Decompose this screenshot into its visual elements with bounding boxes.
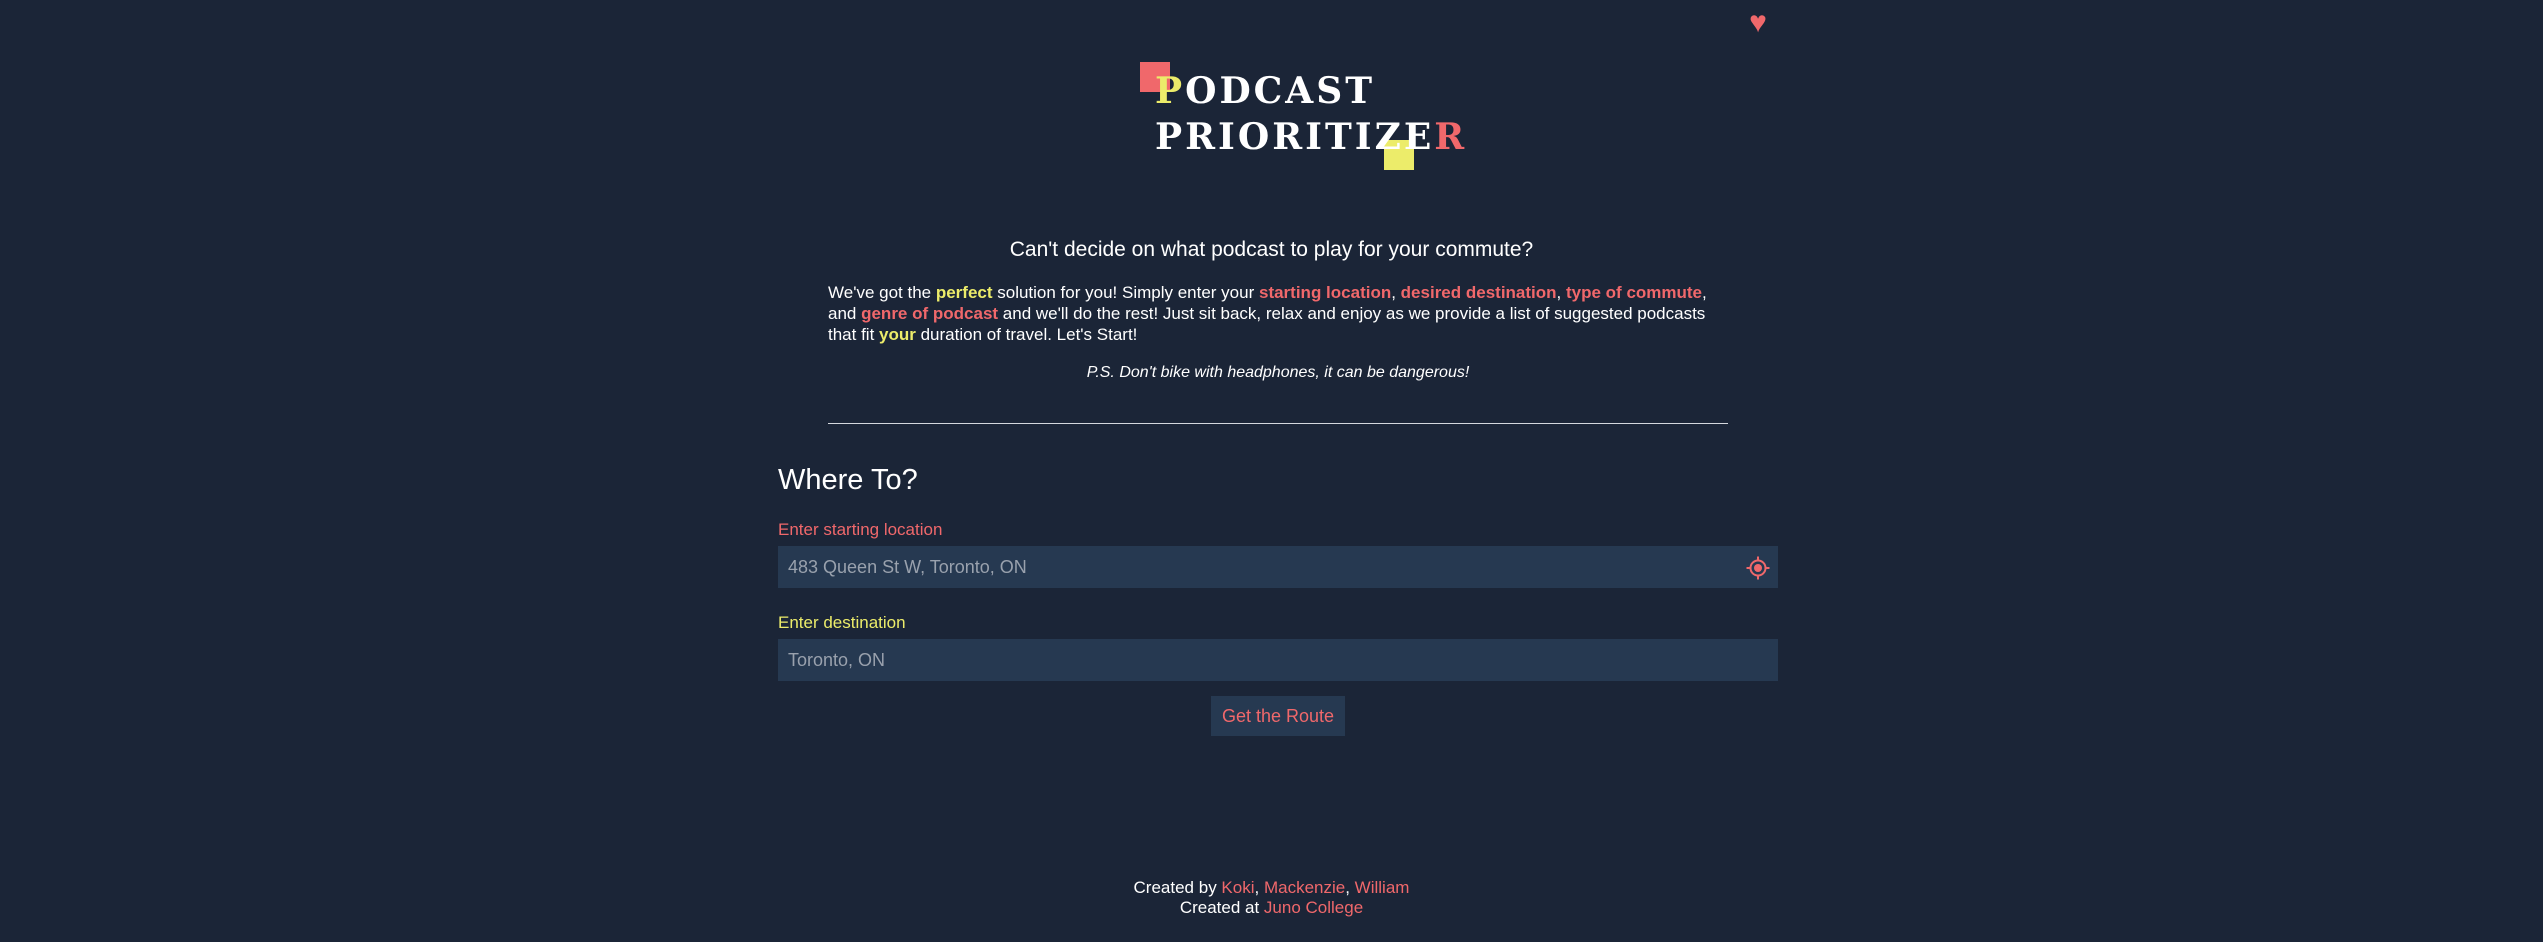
footer-separator: , xyxy=(1254,878,1264,897)
logo-line-1: PODCAST xyxy=(1155,70,1375,112)
logo: PODCAST PRIORITIZER xyxy=(1140,62,1464,172)
intro-text: We've got the xyxy=(828,283,936,302)
author-link-koki[interactable]: Koki xyxy=(1221,878,1254,897)
intro-text: solution for you! Simply enter your xyxy=(992,283,1259,302)
highlight-genre-of-podcast: genre of podcast xyxy=(861,304,999,323)
footer-school: Created at Juno College xyxy=(0,898,2543,918)
highlight-type-of-commute: type of commute xyxy=(1566,283,1703,302)
heart-icon[interactable]: ♥ xyxy=(1743,8,1773,38)
logo-final-letter: R xyxy=(1434,116,1468,158)
ps-note: P.S. Don't bike with headphones, it can … xyxy=(1086,364,1470,381)
starting-location-field xyxy=(778,546,1778,588)
intro-comma: , xyxy=(1391,283,1401,302)
intro-paragraph: We've got the perfect solution for you! … xyxy=(828,282,1728,345)
destination-label: Enter destination xyxy=(778,613,906,632)
highlight-your: your xyxy=(879,325,916,344)
footer-separator: , xyxy=(1345,878,1355,897)
footer-created-at: Created at xyxy=(1179,898,1264,917)
form-title: Where To? xyxy=(778,464,918,496)
footer-created-by: Created by xyxy=(1133,878,1222,897)
author-link-william[interactable]: William xyxy=(1355,878,1410,897)
destination-input[interactable] xyxy=(778,639,1778,681)
logo-initial: P xyxy=(1155,70,1186,112)
logo-line-2-text: PRIORITIZE xyxy=(1155,116,1435,158)
highlight-desired-destination: desired destination xyxy=(1400,283,1557,302)
starting-location-label: Enter starting location xyxy=(778,520,943,539)
school-link[interactable]: Juno College xyxy=(1264,898,1363,917)
highlight-perfect: perfect xyxy=(935,283,993,302)
get-route-button[interactable]: Get the Route xyxy=(1211,696,1345,736)
logo-line-2: PRIORITIZER xyxy=(1155,116,1467,158)
divider xyxy=(828,423,1728,424)
author-link-mackenzie[interactable]: Mackenzie xyxy=(1264,878,1345,897)
crosshair-location-icon[interactable] xyxy=(1746,556,1770,580)
intro-question: Can't decide on what podcast to play for… xyxy=(1009,238,1534,261)
destination-field xyxy=(778,639,1778,681)
intro-comma: , xyxy=(1556,283,1566,302)
logo-line-1-text: ODCAST xyxy=(1185,70,1376,112)
highlight-starting-location: starting location xyxy=(1258,283,1392,302)
footer-credits: Created by Koki, Mackenzie, William xyxy=(0,878,2543,898)
starting-location-input[interactable] xyxy=(778,546,1778,588)
intro-text: duration of travel. Let's Start! xyxy=(915,325,1138,344)
